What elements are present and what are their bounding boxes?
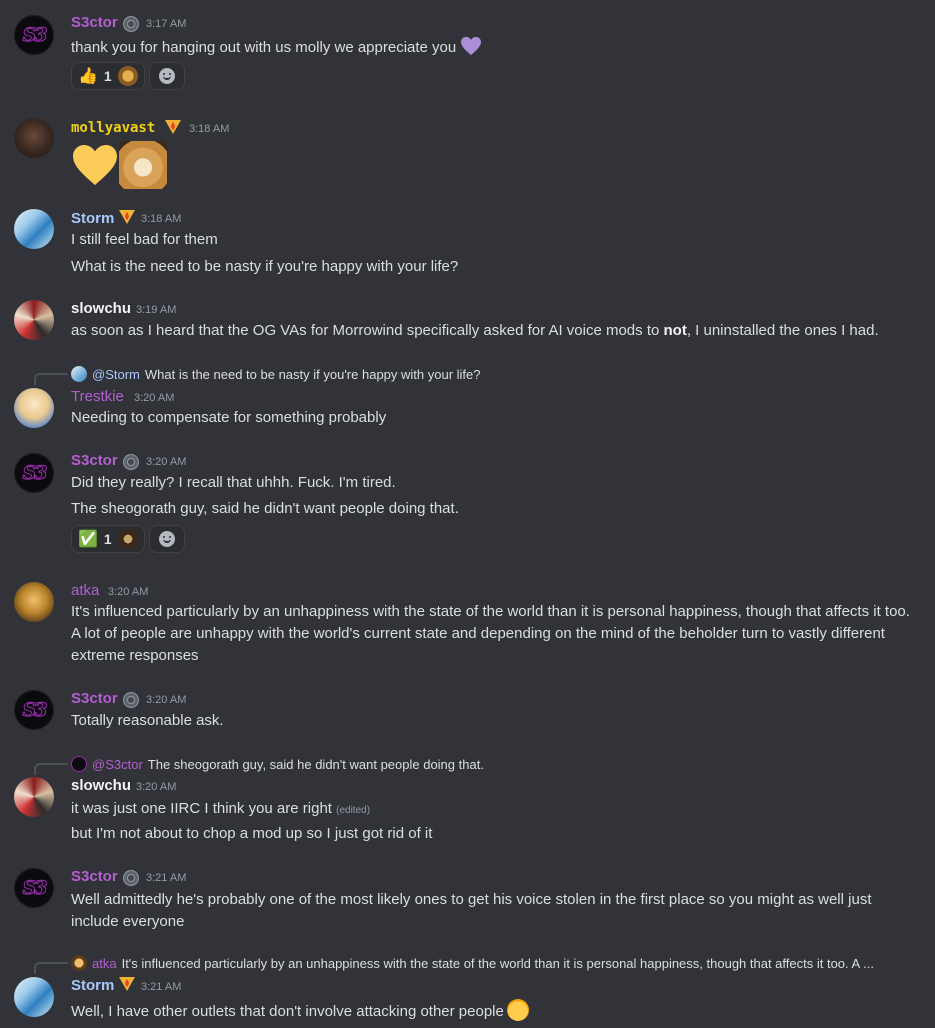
author-name[interactable]: S3ctor bbox=[71, 868, 118, 885]
author-name[interactable]: mollyavast bbox=[71, 120, 155, 136]
gear-icon bbox=[123, 16, 139, 32]
message-text: Did they really? I recall that uhhh. Fuc… bbox=[71, 474, 396, 491]
reply-avatar bbox=[71, 955, 87, 971]
thumbs-up-icon: 👍 bbox=[78, 66, 98, 85]
timestamp: 3:21 AM bbox=[146, 872, 187, 884]
message-text: Totally reasonable ask. bbox=[71, 712, 224, 729]
avatar[interactable] bbox=[14, 977, 54, 1017]
message-text: Well, I have other outlets that don't in… bbox=[71, 999, 529, 1021]
message-text: The sheogorath guy, said he didn't want … bbox=[71, 500, 459, 517]
author-name[interactable]: S3ctor bbox=[71, 452, 118, 469]
fire-badge-icon bbox=[119, 210, 135, 224]
timestamp: 3:20 AM bbox=[146, 694, 187, 706]
reactor-avatar bbox=[117, 66, 138, 86]
reaction-thumbs-up[interactable]: 👍 1 bbox=[71, 62, 145, 90]
reply-text: It's influenced particularly by an unhap… bbox=[121, 955, 874, 971]
author-name[interactable]: slowchu bbox=[71, 777, 131, 794]
timestamp: 3:21 AM bbox=[141, 981, 182, 993]
timestamp: 3:20 AM bbox=[134, 392, 175, 404]
avatar[interactable]: S3 bbox=[14, 690, 54, 730]
reply-preview[interactable]: atka It's influenced particularly by an … bbox=[71, 955, 874, 971]
reaction-count: 1 bbox=[103, 68, 112, 84]
message-text: I still feel bad for them bbox=[71, 231, 218, 248]
message-text: What is the need to be nasty if you're h… bbox=[71, 258, 459, 275]
smile-icon bbox=[158, 68, 175, 84]
timestamp: 3:19 AM bbox=[136, 304, 177, 316]
reactor-avatar bbox=[117, 529, 138, 549]
reply-text: What is the need to be nasty if you're h… bbox=[144, 366, 481, 382]
avatar[interactable] bbox=[14, 300, 54, 340]
message-text: but I'm not about to chop a mod up so I … bbox=[71, 825, 433, 842]
author-name[interactable]: Trestkie bbox=[71, 388, 124, 405]
message-text: it was just one IIRC I think you are rig… bbox=[71, 800, 371, 817]
author-name[interactable]: atka bbox=[71, 582, 99, 599]
reactions-bar: 👍 1 bbox=[71, 62, 185, 92]
reply-avatar bbox=[71, 756, 87, 772]
avatar[interactable]: S3 bbox=[14, 868, 54, 908]
reply-author: @S3ctor bbox=[92, 756, 143, 772]
reply-preview[interactable]: @S3ctor The sheogorath guy, said he didn… bbox=[71, 756, 484, 772]
reply-author: @Storm bbox=[92, 366, 140, 382]
reply-text: The sheogorath guy, said he didn't want … bbox=[147, 756, 484, 772]
reaction-check-mark[interactable]: ✅ 1 bbox=[71, 525, 145, 553]
fire-badge-icon bbox=[165, 120, 181, 134]
timestamp: 3:18 AM bbox=[141, 213, 182, 225]
avatar[interactable]: S3 bbox=[14, 453, 54, 493]
message-text: thank you for hanging out with us molly … bbox=[71, 36, 482, 56]
reply-preview[interactable]: @Storm What is the need to be nasty if y… bbox=[71, 366, 481, 382]
message-text: It's influenced particularly by an unhap… bbox=[71, 603, 910, 664]
message-text: Well admittedly he's probably one of the… bbox=[71, 891, 872, 930]
timestamp: 3:17 AM bbox=[146, 18, 187, 30]
doge-emoji-icon bbox=[119, 141, 167, 189]
avatar[interactable]: S3 bbox=[14, 15, 54, 55]
message-text: Needing to compensate for something prob… bbox=[71, 409, 387, 426]
author-name[interactable]: Storm bbox=[71, 977, 114, 994]
message-text: as soon as I heard that the OG VAs for M… bbox=[71, 322, 879, 339]
reply-avatar bbox=[71, 366, 87, 382]
author-name[interactable]: S3ctor bbox=[71, 14, 118, 31]
smile-icon bbox=[158, 531, 175, 547]
reply-author: atka bbox=[92, 955, 117, 971]
author-name[interactable]: S3ctor bbox=[71, 690, 118, 707]
avatar[interactable] bbox=[14, 209, 54, 249]
author-name[interactable]: Storm bbox=[71, 210, 114, 227]
avatar[interactable] bbox=[14, 118, 54, 158]
check-mark-icon: ✅ bbox=[78, 529, 98, 548]
purple-heart-icon bbox=[461, 36, 482, 56]
reply-connector bbox=[34, 373, 68, 385]
reply-connector bbox=[34, 763, 68, 775]
edited-label: (edited) bbox=[336, 805, 371, 816]
timestamp: 3:20 AM bbox=[136, 781, 177, 793]
yellow-heart-icon bbox=[73, 145, 117, 185]
avatar[interactable] bbox=[14, 388, 54, 428]
reply-connector bbox=[34, 962, 68, 974]
avatar[interactable] bbox=[14, 777, 54, 817]
timestamp: 3:20 AM bbox=[108, 586, 149, 598]
reactions-bar: ✅ 1 bbox=[71, 525, 185, 555]
gear-icon bbox=[123, 870, 139, 886]
sweat-smile-emoji-icon bbox=[506, 999, 529, 1021]
fire-badge-icon bbox=[119, 977, 135, 991]
add-reaction-button[interactable] bbox=[148, 525, 185, 553]
timestamp: 3:18 AM bbox=[189, 123, 230, 135]
author-name[interactable]: slowchu bbox=[71, 300, 131, 317]
reaction-count: 1 bbox=[103, 531, 112, 547]
gear-icon bbox=[123, 454, 139, 470]
add-reaction-button[interactable] bbox=[148, 62, 185, 90]
gear-icon bbox=[123, 692, 139, 708]
avatar[interactable] bbox=[14, 582, 54, 622]
timestamp: 3:20 AM bbox=[146, 456, 187, 468]
